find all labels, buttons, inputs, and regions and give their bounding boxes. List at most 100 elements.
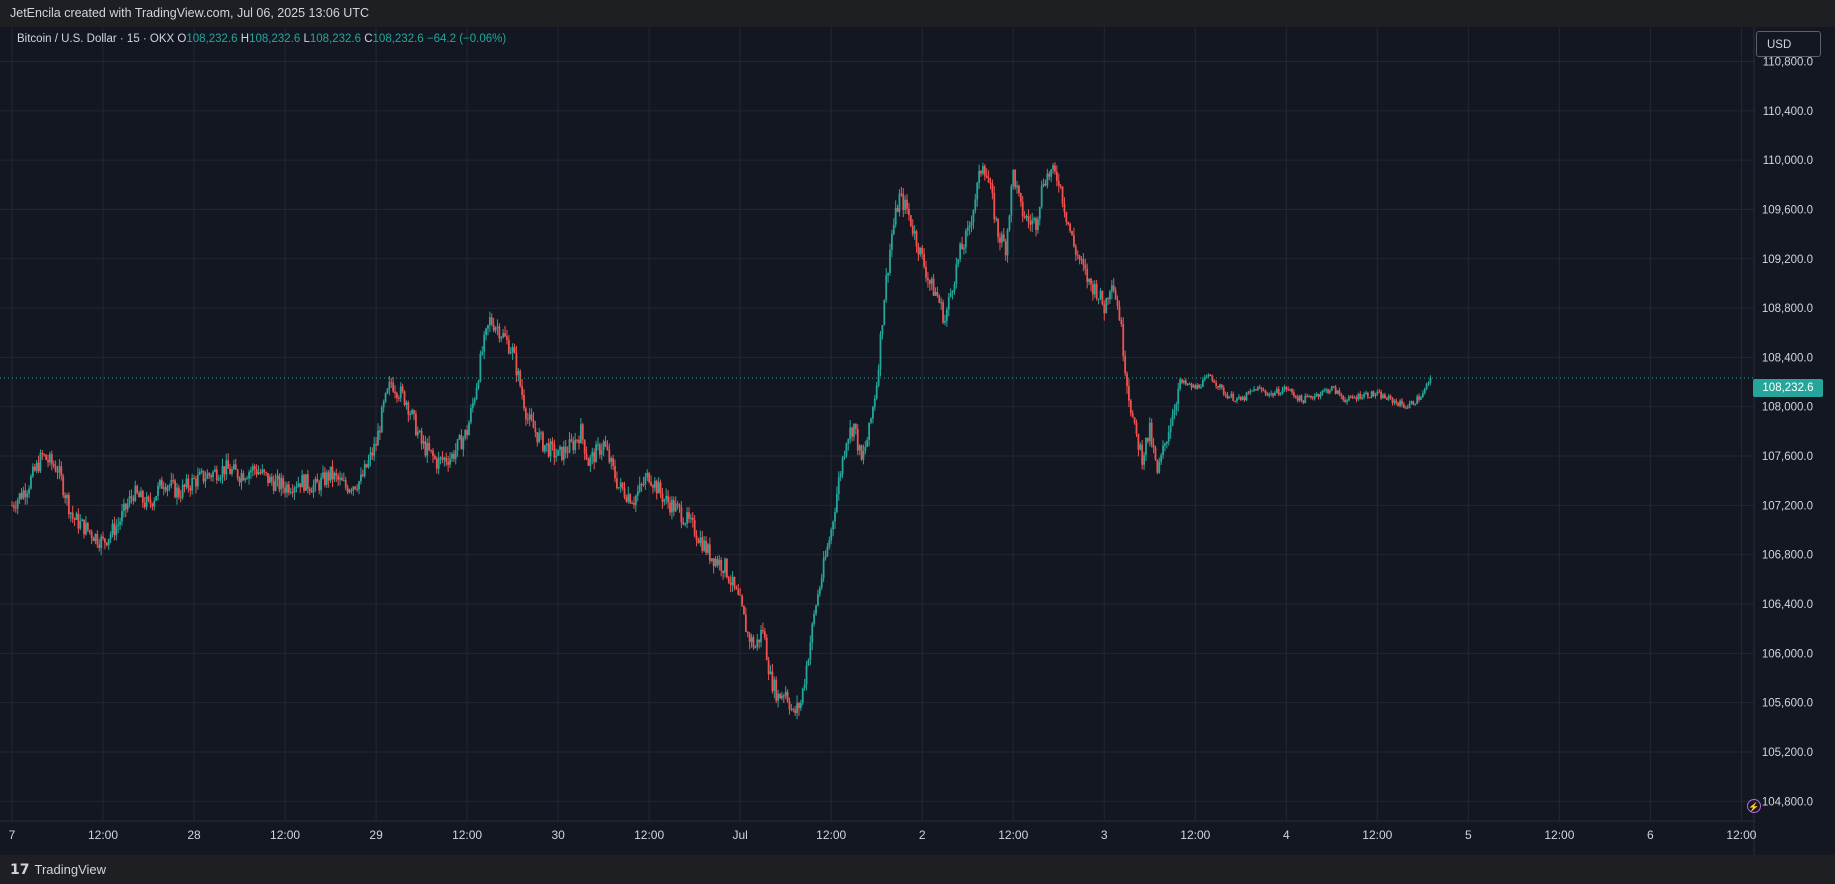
candle-body — [1201, 379, 1204, 387]
candle-body — [100, 536, 103, 549]
candle-body — [1054, 165, 1056, 172]
close-value: 108,232.6 — [372, 33, 424, 45]
price-tick-label: 108,400.0 — [1762, 352, 1813, 364]
time-tick-label: 5 — [1465, 828, 1472, 842]
time-tick-label: 4 — [1283, 828, 1290, 842]
candle-body — [407, 402, 410, 415]
candle-body — [646, 472, 649, 478]
candle-body — [775, 679, 778, 701]
candle-body — [1296, 397, 1299, 401]
time-tick-label: 12:00 — [270, 828, 300, 842]
candle-body — [1319, 394, 1322, 397]
candle-body — [367, 459, 370, 468]
candle-body — [191, 477, 194, 491]
candle-body — [1310, 395, 1312, 398]
candle-body — [140, 491, 142, 498]
candle-body — [388, 382, 391, 390]
candle-body — [945, 309, 948, 321]
candle-body — [1036, 219, 1039, 230]
candle-body — [593, 452, 596, 463]
candle-body — [528, 414, 531, 420]
candle-body — [316, 478, 319, 483]
candle-body — [849, 427, 852, 440]
candle-body — [94, 533, 97, 542]
candle-body — [1243, 396, 1246, 400]
candle-body — [911, 225, 914, 234]
candle-body — [985, 175, 988, 178]
candle-body — [809, 642, 812, 660]
candle-body — [297, 483, 300, 487]
candle-body — [1272, 393, 1274, 396]
candle-body — [1120, 320, 1123, 324]
candle-body — [786, 691, 789, 702]
candle-body — [890, 234, 893, 250]
candle-body — [1357, 393, 1360, 400]
candle-body — [1173, 410, 1176, 416]
candle-body — [530, 414, 533, 420]
candle-body — [413, 410, 415, 414]
candle-body — [543, 445, 546, 452]
candle-body — [898, 193, 901, 212]
candle-body — [1365, 392, 1367, 395]
candle-body — [944, 320, 946, 323]
candle-body — [1103, 304, 1106, 314]
candle-body — [227, 460, 230, 469]
candle-body — [754, 647, 757, 649]
candle-body — [777, 693, 780, 701]
candle-body — [56, 471, 59, 473]
candle-body — [784, 691, 787, 696]
candle-body — [1344, 399, 1346, 403]
candle-body — [767, 660, 770, 674]
lightning-icon[interactable]: ⚡ — [1747, 799, 1761, 813]
candle-body — [458, 435, 461, 440]
candle-body — [1313, 395, 1316, 399]
candle-body — [1321, 390, 1324, 395]
candle-body — [1148, 422, 1151, 442]
candle-body — [37, 462, 40, 472]
candle-body — [86, 522, 89, 531]
candle-body — [735, 586, 738, 590]
candle-body — [483, 334, 486, 352]
candle-body — [1323, 390, 1326, 392]
candle-body — [640, 484, 643, 486]
candlestick-chart[interactable]: 104,800.0 105,200.0 105,600.0 106,000.0 106,… — [0, 27, 1835, 855]
candle-body — [513, 347, 516, 354]
candle-body — [329, 466, 332, 481]
candle-body — [477, 381, 480, 388]
candle-body — [807, 659, 810, 666]
candle-body — [545, 443, 548, 446]
candle-body — [1255, 389, 1257, 391]
candle-body — [921, 247, 924, 255]
candle-body — [919, 247, 922, 255]
time-tick-label: 12:00 — [1726, 828, 1756, 842]
candle-body — [305, 474, 307, 491]
candle-body — [856, 428, 859, 451]
candle-body — [834, 512, 836, 522]
candle-body — [574, 439, 577, 450]
candle-body — [720, 559, 723, 571]
candle-body — [339, 477, 341, 480]
candle-body — [927, 277, 929, 281]
candle-body — [938, 295, 941, 303]
candle-body — [1334, 386, 1337, 394]
candle-body — [445, 457, 448, 463]
candle-body — [310, 491, 313, 493]
currency-button[interactable]: USD — [1756, 31, 1821, 57]
candle-body — [464, 429, 467, 439]
candle-body — [1317, 394, 1320, 397]
candle-body — [727, 577, 730, 583]
candle-body — [1188, 383, 1191, 385]
candle-body — [877, 369, 880, 386]
price-tick-label: 107,600.0 — [1762, 451, 1813, 463]
candle-body — [185, 478, 188, 487]
price-tick-label: 108,000.0 — [1762, 402, 1813, 414]
candle-body — [534, 428, 537, 433]
footer-brand[interactable]: TradingView — [34, 862, 106, 877]
candle-body — [1366, 392, 1369, 398]
candle-body — [1118, 306, 1121, 321]
candle-body — [1177, 388, 1180, 404]
candle-body — [818, 587, 821, 595]
candle-body — [752, 637, 755, 648]
candle-body — [966, 227, 969, 231]
candle-body — [104, 538, 106, 543]
